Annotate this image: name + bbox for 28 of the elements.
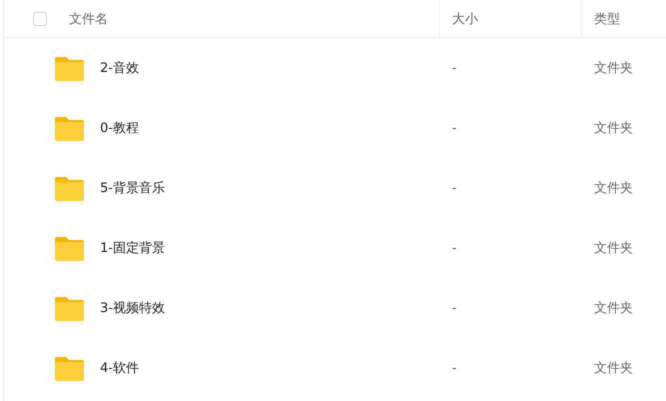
column-header: 类型	[594, 10, 620, 28]
select-all-checkbox[interactable]	[33, 12, 47, 26]
folder-icon	[55, 176, 84, 200]
file-size: -	[452, 60, 457, 76]
file-name[interactable]: 2-音效	[100, 59, 139, 77]
file-size: -	[452, 240, 457, 256]
file-size: -	[452, 180, 457, 196]
folder-icon	[55, 296, 84, 320]
folder-icon	[55, 116, 84, 140]
file-name[interactable]: 0-教程	[100, 119, 139, 137]
folder-icon	[55, 356, 84, 380]
file-name[interactable]: 1-固定背景	[100, 239, 165, 257]
file-name[interactable]: 4-软件	[100, 359, 139, 377]
file-type: 文件夹	[594, 61, 633, 76]
file-size: -	[452, 300, 457, 316]
file-type: 文件夹	[594, 181, 633, 196]
file-type: 文件夹	[594, 301, 633, 316]
column-header: 文件名	[69, 10, 108, 28]
file-type: 文件夹	[594, 361, 633, 376]
file-name[interactable]: 3-视频特效	[100, 299, 165, 317]
folder-icon	[55, 56, 84, 80]
file-type: 文件夹	[594, 121, 633, 136]
file-type: 文件夹	[594, 241, 633, 256]
column-header: 大小	[452, 10, 478, 28]
file-size: -	[452, 120, 457, 136]
folder-icon	[55, 236, 84, 260]
file-size: -	[452, 360, 457, 376]
file-name[interactable]: 5-背景音乐	[100, 179, 165, 197]
